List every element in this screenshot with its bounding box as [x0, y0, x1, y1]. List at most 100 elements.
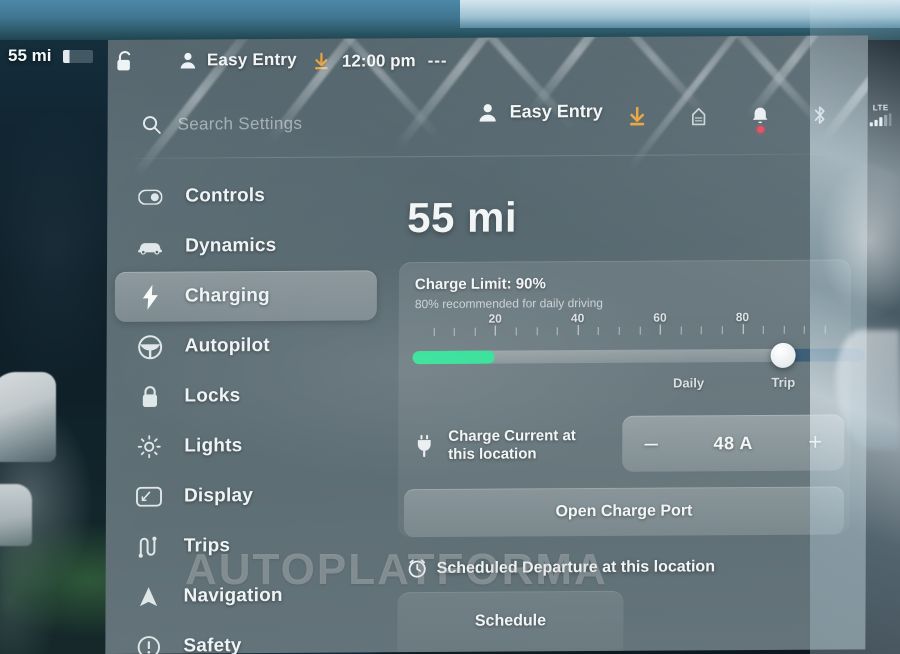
charge-current-row: Charge Current at this location – 48 A + — [398, 410, 850, 479]
slider-label-trip: Trip — [771, 374, 796, 390]
sidebar-item-safety[interactable]: Safety — [113, 620, 381, 654]
status-bar: Easy Entry 12:00 pm --- — [108, 39, 868, 86]
charging-panel: 55 mi Charge Limit: 90% 80% recommended … — [397, 167, 865, 653]
slider-tick — [433, 327, 435, 336]
sidebar-item-display[interactable]: Display — [114, 470, 382, 522]
slider-tick — [721, 326, 723, 335]
slider-tick — [742, 324, 744, 335]
unlock-icon[interactable] — [116, 50, 135, 72]
slider-tick — [453, 327, 455, 336]
reflected-car — [0, 372, 56, 462]
person-icon — [478, 102, 498, 122]
sidebar-item-charging[interactable]: Charging — [114, 270, 377, 322]
slider-tick — [680, 326, 682, 335]
charge-current-label-line1: Charge Current at — [448, 427, 576, 445]
slider-tick — [618, 326, 620, 335]
scheduled-departure-header: Scheduled Departure at this location — [408, 556, 858, 578]
slider-tick-label: 60 — [653, 310, 667, 325]
sidebar-item-locks[interactable]: Locks — [114, 370, 382, 422]
status-bar-temperature: --- — [427, 50, 448, 71]
charge-limit-subtitle: 80% recommended for daily driving — [414, 295, 603, 312]
search-placeholder: Search Settings — [177, 113, 303, 134]
charge-current-label-group: Charge Current at this location — [414, 427, 614, 464]
slider-tick — [515, 327, 517, 336]
sidebar-item-label: Trips — [183, 535, 231, 557]
notification-badge — [756, 125, 764, 133]
charge-current-label: Charge Current at this location — [448, 427, 576, 464]
settings-ui: Easy Entry 12:00 pm --- Search Settings … — [105, 35, 892, 654]
slider-tick — [659, 324, 661, 335]
charge-current-label-line2: this location — [448, 445, 537, 463]
search-icon — [142, 115, 162, 135]
sidebar-item-label: Lights — [184, 435, 243, 457]
slider-track[interactable] — [412, 348, 825, 365]
range-readout: 55 mi — [407, 193, 518, 242]
sidebar-item-dynamics[interactable]: Dynamics — [115, 220, 383, 272]
sidebar-item-label: Charging — [184, 284, 270, 307]
sidebar-item-label: Controls — [185, 185, 266, 207]
status-bar-profile[interactable]: Easy Entry — [179, 50, 297, 71]
tesla-touchscreen: Easy Entry 12:00 pm --- Search Settings … — [105, 35, 892, 654]
topbar-profile[interactable]: Easy Entry — [478, 101, 603, 123]
status-bar-profile-label: Easy Entry — [206, 49, 297, 70]
charge-limit-title: Charge Limit: 90% — [414, 275, 546, 294]
slider-tick — [598, 326, 600, 335]
sidebar-item-autopilot[interactable]: Autopilot — [115, 320, 383, 372]
slider-tick — [783, 325, 785, 334]
toggle-icon — [137, 189, 163, 205]
alarm-clock-icon — [408, 559, 427, 578]
slider-thumb[interactable] — [770, 342, 796, 368]
slider-tick — [495, 325, 497, 336]
battery-icon — [63, 49, 94, 63]
steering-wheel-icon — [137, 334, 163, 359]
sidebar-item-label: Autopilot — [184, 334, 270, 357]
sidebar-item-label: Safety — [183, 635, 242, 654]
slider-ticks: 20 40 60 80 — [413, 310, 837, 342]
car-door-icon[interactable] — [689, 106, 709, 126]
sidebar-item-label: Locks — [184, 385, 241, 407]
slider-tick-label: 20 — [488, 311, 502, 326]
photo-backdrop: Easy Entry 12:00 pm --- Search Settings … — [0, 0, 900, 654]
status-bar-left: Easy Entry — [116, 49, 297, 72]
sidebar-item-trips[interactable]: Trips — [114, 520, 382, 572]
warning-circle-icon — [135, 635, 161, 654]
slider-tick-label: 40 — [570, 311, 585, 326]
slider-tick — [556, 327, 558, 336]
scheduled-departure-label: Scheduled Departure at this location — [436, 557, 716, 577]
slider-tick — [639, 326, 641, 335]
slider-tick — [762, 325, 764, 334]
display-icon — [136, 486, 162, 507]
open-charge-port-button[interactable]: Open Charge Port — [403, 486, 845, 538]
sidebar-item-controls[interactable]: Controls — [115, 170, 383, 222]
sidebar-item-navigation[interactable]: Navigation — [113, 570, 381, 622]
car-icon — [137, 239, 163, 255]
download-icon[interactable] — [313, 52, 330, 71]
search-input[interactable]: Search Settings — [142, 113, 303, 135]
schedule-button[interactable]: Schedule — [397, 590, 624, 653]
lightning-bolt-icon — [137, 284, 163, 310]
charge-limit-card: Charge Limit: 90% 80% recommended for da… — [397, 259, 865, 538]
person-icon — [179, 51, 197, 69]
sidebar-item-label: Dynamics — [185, 234, 277, 257]
slider-tick — [474, 327, 476, 336]
settings-sidebar: Controls Dynamics Charging Autopilot Loc… — [113, 170, 383, 654]
status-bar-time: 12:00 pm — [341, 51, 416, 71]
slider-tick — [701, 326, 703, 335]
sidebar-item-lights[interactable]: Lights — [114, 420, 382, 472]
bell-icon[interactable] — [751, 105, 770, 133]
slider-mode-labels: Daily Trip — [412, 375, 824, 398]
sun-icon — [136, 435, 162, 459]
sidebar-item-label: Display — [183, 485, 254, 507]
padlock-icon — [136, 385, 162, 409]
slider-fill-current-charge — [412, 350, 496, 365]
sidebar-item-label: Navigation — [183, 584, 283, 607]
window-glare-corner — [800, 150, 900, 330]
charge-limit-slider[interactable]: 20 40 60 80 Daily Trip — [412, 310, 865, 408]
search-row: Search Settings Easy Entry — [108, 93, 892, 152]
decrease-current-button[interactable]: – — [638, 430, 664, 457]
slider-label-daily: Daily — [672, 375, 705, 391]
status-bar-time-group: 12:00 pm --- — [313, 51, 448, 72]
download-icon[interactable] — [628, 106, 647, 126]
hud-range-value: 55 mi — [8, 46, 52, 65]
header-divider — [131, 153, 844, 159]
